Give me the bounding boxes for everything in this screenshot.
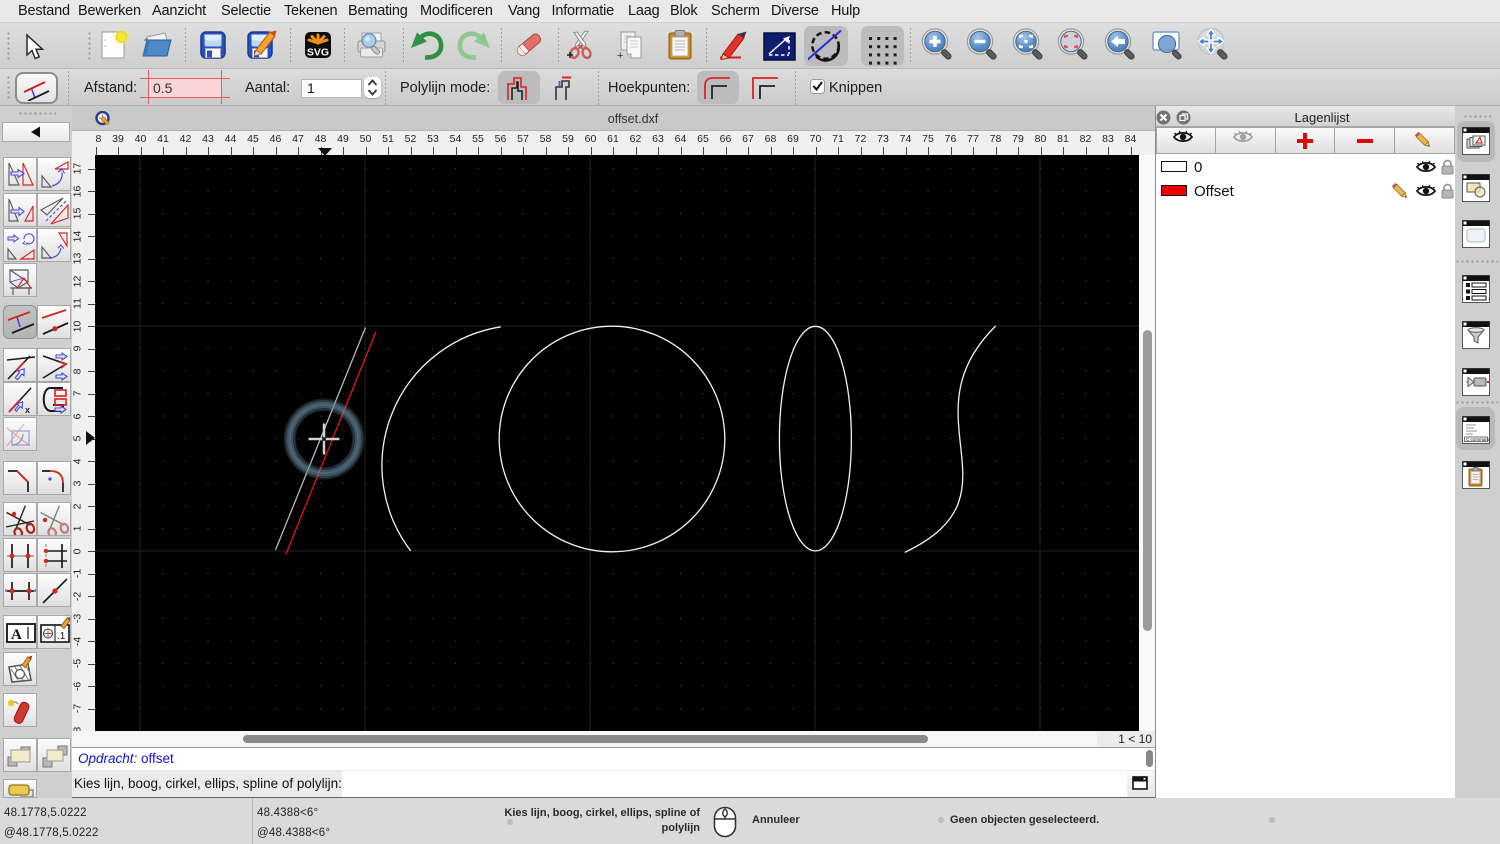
svg-text:+: + — [617, 50, 623, 62]
svg-text:x: x — [25, 405, 30, 415]
svg-text:SVG: SVG — [307, 47, 329, 59]
svg-text:C command: C command — [1466, 437, 1490, 442]
svg-text:A: A — [11, 627, 22, 643]
svg-text:.1: .1 — [57, 631, 66, 642]
